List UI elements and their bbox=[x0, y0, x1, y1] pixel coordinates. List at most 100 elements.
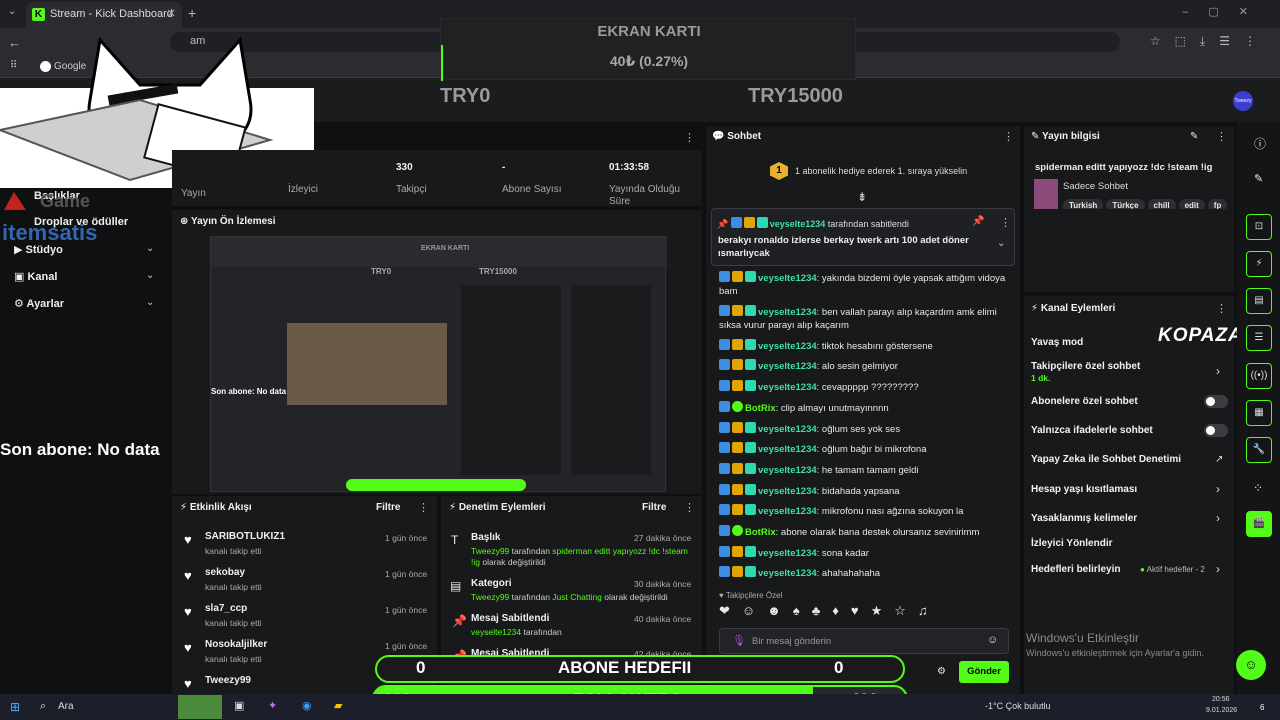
action-goals[interactable]: Hedefleri belirleyin bbox=[1031, 564, 1120, 575]
moderation-menu-icon[interactable]: ⋮ bbox=[684, 501, 695, 514]
rail-list-icon[interactable]: ☰ bbox=[1246, 325, 1272, 351]
support-chat-icon[interactable]: ☺ bbox=[1236, 650, 1266, 680]
external-link-icon[interactable]: ↗ bbox=[1215, 454, 1223, 465]
rail-db-icon[interactable]: ▦ bbox=[1246, 400, 1272, 426]
stats-menu-icon[interactable]: ⋮ bbox=[684, 131, 695, 144]
send-button[interactable]: Gönder bbox=[959, 661, 1009, 683]
action-emote-only[interactable]: Yalnızca ifadelerle sohbet bbox=[1031, 425, 1153, 436]
activity-name[interactable]: sekobay bbox=[205, 567, 245, 578]
chevron-right-icon[interactable]: › bbox=[1216, 511, 1220, 525]
chat-username[interactable]: veyselte1234 bbox=[758, 361, 817, 372]
tag[interactable]: fp bbox=[1207, 199, 1228, 209]
unpin-icon[interactable]: 📌 bbox=[972, 216, 984, 227]
nav-item-ayarlar[interactable]: ⚙ Ayarlar bbox=[14, 297, 64, 310]
chat-username[interactable]: veyselte1234 bbox=[758, 506, 817, 517]
chat-username[interactable]: veyselte1234 bbox=[758, 424, 817, 435]
chevron-down-icon[interactable]: ⌄ bbox=[146, 243, 154, 254]
action-subs-only[interactable]: Abonelere özel sohbet bbox=[1031, 396, 1138, 407]
profile-avatar[interactable]: Tweezy bbox=[1233, 91, 1253, 111]
tag[interactable]: Turkish bbox=[1063, 199, 1104, 209]
pencil-icon[interactable]: ✎ bbox=[1254, 172, 1263, 185]
chat-username[interactable]: veyselte1234 bbox=[758, 486, 817, 497]
chat-username[interactable]: veyselte1234 bbox=[758, 341, 817, 352]
windows-start-icon[interactable]: ⊞ bbox=[10, 700, 20, 714]
chat-message: veyselte1234: he tamam tamam geldi bbox=[719, 463, 1019, 477]
rail-capture-icon[interactable]: ⊡ bbox=[1246, 214, 1272, 240]
close-tab-icon[interactable]: ✕ bbox=[167, 7, 176, 20]
new-tab-icon[interactable]: + bbox=[188, 5, 196, 21]
chevron-right-icon[interactable]: › bbox=[1216, 482, 1220, 496]
chat-username[interactable]: veyselte1234 bbox=[758, 444, 817, 455]
info-icon[interactable]: ⓘ bbox=[1254, 135, 1266, 152]
rail-wrench-icon[interactable]: 🔧 bbox=[1246, 437, 1272, 463]
copilot-icon[interactable]: ✦ bbox=[268, 699, 277, 712]
category-name[interactable]: Sadece Sohbet bbox=[1063, 181, 1128, 192]
rail-doc-icon[interactable]: ▤ bbox=[1246, 288, 1272, 314]
chat-username[interactable]: veyselte1234 bbox=[758, 548, 817, 559]
edge-icon[interactable]: ◉ bbox=[302, 699, 312, 712]
rail-dots-icon[interactable]: ⁘ bbox=[1253, 481, 1263, 495]
search-icon[interactable]: ⌕ bbox=[40, 700, 46, 713]
notification-count[interactable]: 6 bbox=[1260, 703, 1264, 712]
chat-username[interactable]: veyselte1234 bbox=[758, 382, 817, 393]
explorer-icon[interactable]: ▰ bbox=[334, 699, 342, 712]
chat-settings-icon[interactable]: ⚙ bbox=[937, 666, 946, 677]
action-banned-words[interactable]: Yasaklanmış kelimeler bbox=[1031, 513, 1137, 524]
chevron-right-icon[interactable]: › bbox=[1216, 364, 1220, 378]
preview-title: ⊕ Yayın Ön İzlemesi bbox=[180, 216, 276, 227]
edit-icon[interactable]: ✎ bbox=[1190, 131, 1198, 142]
pinned-toggle-icon[interactable]: ⇟ bbox=[857, 190, 867, 204]
tag[interactable]: Türkçe bbox=[1106, 199, 1145, 209]
action-account-age[interactable]: Hesap yaşı kısıtlaması bbox=[1031, 484, 1137, 495]
rail-broadcast-icon[interactable]: ((•)) bbox=[1246, 363, 1272, 389]
chat-username[interactable]: veyselte1234 bbox=[758, 307, 817, 318]
activity-filter-button[interactable]: Filtre bbox=[376, 502, 400, 513]
activity-name[interactable]: sla7_ccp bbox=[205, 603, 247, 614]
mic-icon[interactable]: 🎙 bbox=[732, 634, 746, 647]
taskbar-widget-image[interactable] bbox=[178, 695, 222, 719]
action-ai-moderation[interactable]: Yapay Zeka ile Sohbet Denetimi bbox=[1031, 454, 1181, 465]
rail-clapper-icon[interactable]: 🎬 bbox=[1246, 511, 1272, 537]
tag[interactable]: chill bbox=[1147, 199, 1176, 209]
bolt-icon: ⚡ bbox=[1031, 303, 1039, 314]
nav-item-kanal[interactable]: ▣ Kanal bbox=[14, 270, 57, 283]
chevron-down-icon[interactable]: ⌄ bbox=[146, 270, 154, 281]
activity-name[interactable]: SARIBOTLUKIZ1 bbox=[205, 531, 285, 542]
browser-toolbar-icons[interactable]: ☆⬚⤓☰⋮ bbox=[1150, 34, 1270, 49]
weather[interactable]: -1°C Çok bulutlu bbox=[985, 701, 1051, 711]
taskbar-search[interactable]: Ara bbox=[58, 701, 74, 712]
pinned-menu-icon[interactable]: ⋮ bbox=[1000, 216, 1011, 229]
browser-tab[interactable]: K Stream - Kick Dashboard ✕ bbox=[26, 2, 182, 28]
clock-time[interactable]: 20:56 bbox=[1212, 696, 1230, 703]
activity-menu-icon[interactable]: ⋮ bbox=[418, 501, 429, 514]
chat-username[interactable]: BotRix bbox=[745, 403, 776, 414]
chat-username[interactable]: veyselte1234 bbox=[758, 568, 817, 579]
chevron-right-icon[interactable]: › bbox=[1216, 562, 1220, 576]
tab-search-icon[interactable]: ⌄ bbox=[8, 6, 16, 17]
activity-name[interactable]: Nosokaljilker bbox=[205, 639, 267, 650]
subs-only-toggle[interactable] bbox=[1204, 395, 1228, 408]
window-controls[interactable]: –▢✕ bbox=[1182, 5, 1268, 18]
stream-preview-video[interactable]: EKRAN KARTI TRY0 TRY15000 Son abone: No … bbox=[210, 236, 667, 492]
chat-username[interactable]: BotRix bbox=[745, 527, 776, 538]
chevron-down-icon[interactable]: ⌄ bbox=[997, 238, 1005, 249]
stream-info-menu-icon[interactable]: ⋮ bbox=[1216, 130, 1227, 143]
channel-actions-menu-icon[interactable]: ⋮ bbox=[1216, 302, 1227, 315]
chevron-down-icon[interactable]: ⌄ bbox=[146, 297, 154, 308]
sub-gift-banner[interactable]: 1 abonelik hediye ederek 1. sıraya yükse… bbox=[795, 166, 967, 176]
tag[interactable]: edit bbox=[1178, 199, 1205, 209]
chat-menu-icon[interactable]: ⋮ bbox=[1003, 130, 1014, 143]
emote-row[interactable]: ❤☺☻♠♣♦♥★☆♫ bbox=[719, 603, 1009, 623]
action-followers-only[interactable]: Takipçilere özel sohbet bbox=[1031, 361, 1140, 372]
emote-only-toggle[interactable] bbox=[1204, 424, 1228, 437]
activity-name[interactable]: Tweezy99 bbox=[205, 675, 251, 686]
rail-bolt-icon[interactable]: ⚡ bbox=[1246, 251, 1272, 277]
emoji-icon[interactable]: ☺ bbox=[987, 634, 998, 646]
clock-date[interactable]: 9.01.2026 bbox=[1206, 707, 1237, 714]
moderation-filter-button[interactable]: Filtre bbox=[642, 502, 666, 513]
action-slow-mode[interactable]: Yavaş mod bbox=[1031, 337, 1083, 348]
chat-username[interactable]: veyselte1234 bbox=[758, 465, 817, 476]
chat-username[interactable]: veyselte1234 bbox=[758, 273, 817, 284]
action-raid[interactable]: İzleyici Yönlendir bbox=[1031, 538, 1113, 549]
task-view-icon[interactable]: ▣ bbox=[234, 699, 244, 712]
